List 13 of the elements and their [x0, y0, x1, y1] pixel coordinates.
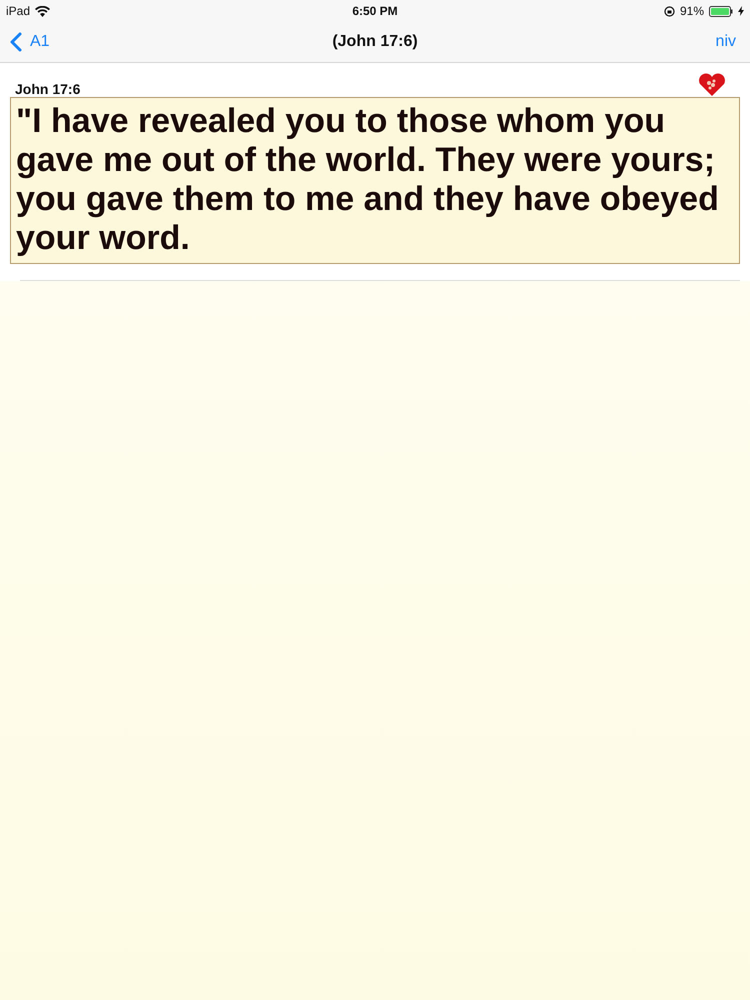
- verse-reference: John 17:6: [15, 81, 80, 97]
- chevron-left-icon: [10, 32, 22, 52]
- version-button[interactable]: niv: [716, 33, 736, 51]
- status-time: 6:50 PM: [352, 4, 398, 18]
- nav-title: (John 17:6): [332, 33, 418, 51]
- rotation-lock-icon: [664, 6, 675, 16]
- battery-percent: 91%: [680, 4, 704, 18]
- heart-icon[interactable]: [698, 73, 726, 97]
- battery-icon: [709, 6, 733, 16]
- verse-text: "I have revealed you to those whom you gave me out of the world. They were yours; you gave them to me and they have obeyed your word.: [10, 97, 740, 264]
- back-button[interactable]: A1: [10, 32, 50, 52]
- device-name: iPad: [6, 4, 30, 18]
- wifi-icon: [35, 6, 50, 16]
